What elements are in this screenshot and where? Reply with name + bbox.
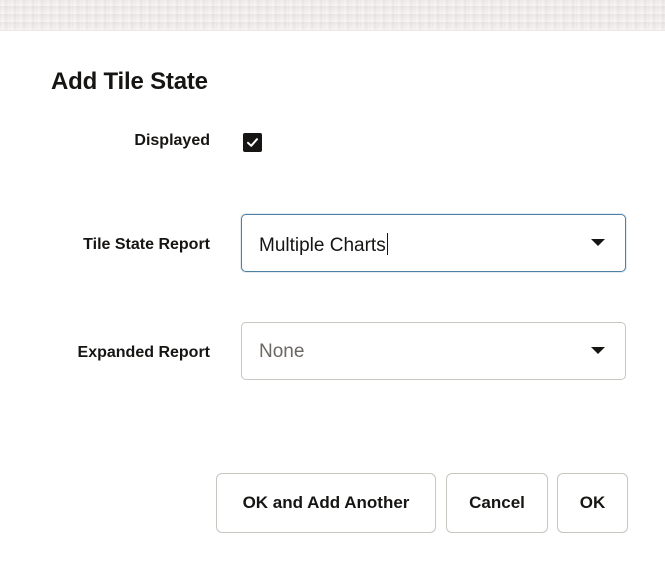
chevron-down-icon[interactable] — [591, 347, 605, 354]
expanded-report-value: None — [259, 341, 305, 362]
tile-state-report-select[interactable]: Multiple Charts — [241, 214, 626, 272]
header-background-strip — [0, 0, 665, 31]
tile-state-report-value: Multiple Charts — [259, 233, 388, 256]
add-tile-state-dialog: Add Tile State Displayed Tile State Repo… — [0, 0, 665, 572]
chevron-down-icon[interactable] — [591, 239, 605, 246]
displayed-checkbox[interactable] — [243, 133, 262, 152]
ok-button[interactable]: OK — [557, 473, 628, 533]
dialog-title: Add Tile State — [51, 68, 208, 95]
displayed-label: Displayed — [134, 132, 210, 149]
cancel-button[interactable]: Cancel — [446, 473, 548, 533]
expanded-report-label: Expanded Report — [77, 344, 210, 361]
text-cursor — [386, 233, 388, 255]
tile-state-report-label: Tile State Report — [83, 236, 210, 253]
ok-and-add-another-button[interactable]: OK and Add Another — [216, 473, 436, 533]
expanded-report-select[interactable]: None — [241, 322, 626, 380]
checkmark-icon — [247, 138, 258, 147]
